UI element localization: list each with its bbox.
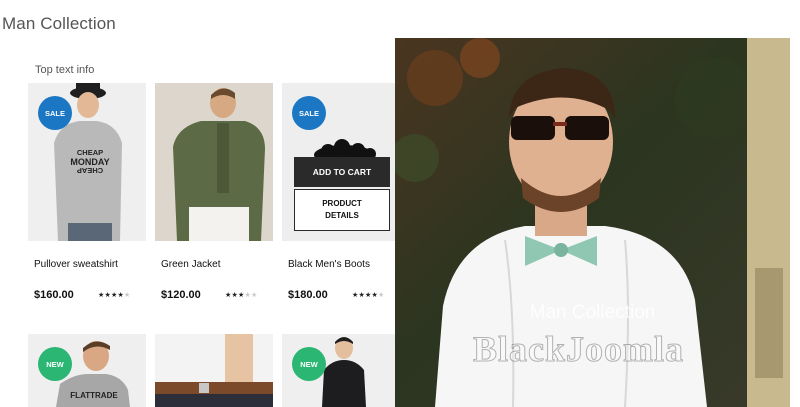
rating-stars: ★★★★★ bbox=[225, 291, 257, 299]
hero-banner[interactable]: Man Collection BlackJoomla bbox=[395, 38, 790, 407]
product-details-line-1: PRODUCT bbox=[322, 199, 362, 208]
product-image-pullover[interactable]: CHEAP MONDAY CHEAP SALE bbox=[28, 83, 146, 241]
star-icon: ★ bbox=[250, 292, 258, 299]
product-card-row2-2[interactable] bbox=[155, 334, 273, 407]
rating-stars: ★★★★★ bbox=[98, 291, 130, 299]
top-text-info: Top text info bbox=[35, 64, 95, 76]
page-title: Man Collection bbox=[2, 14, 116, 33]
product-image-green-jacket[interactable] bbox=[155, 83, 273, 241]
rating-stars: ★★★★★ bbox=[352, 291, 384, 299]
hero-caption: Man Collection bbox=[529, 302, 656, 323]
add-to-cart-button[interactable]: ADD TO CART bbox=[294, 157, 390, 187]
shirt-print-line-2: MONDAY bbox=[70, 157, 109, 167]
product-image-black-boots[interactable]: SALE ADD TO CART PRODUCT DETAILS bbox=[282, 83, 400, 241]
product-image-row2-3[interactable]: NEW bbox=[282, 334, 400, 407]
product-card-green-jacket[interactable]: Green Jacket $120.00 ★★★★★ bbox=[155, 83, 273, 301]
product-price: $160.00 bbox=[34, 289, 74, 301]
star-icon: ★ bbox=[377, 292, 385, 299]
new-badge: NEW bbox=[38, 347, 72, 381]
product-card-row2-3[interactable]: NEW bbox=[282, 334, 400, 407]
product-price: $120.00 bbox=[161, 289, 201, 301]
product-image-row2-2[interactable] bbox=[155, 334, 273, 407]
product-card-row2-1[interactable]: FLATTRADE NEW bbox=[28, 334, 146, 407]
shirt-print-line-1: CHEAP bbox=[77, 148, 103, 157]
product-image-row2-1[interactable]: FLATTRADE NEW bbox=[28, 334, 146, 407]
product-card-pullover[interactable]: CHEAP MONDAY CHEAP SALE Pullover sweatsh… bbox=[28, 83, 146, 301]
product-card-black-boots[interactable]: SALE ADD TO CART PRODUCT DETAILS Black Me… bbox=[282, 83, 400, 301]
product-name[interactable]: Green Jacket bbox=[161, 259, 220, 270]
new-badge: NEW bbox=[292, 347, 326, 381]
shirt-print-row2: FLATTRADE bbox=[70, 391, 118, 400]
sale-badge: SALE bbox=[292, 96, 326, 130]
sale-badge: SALE bbox=[38, 96, 72, 130]
product-name[interactable]: Black Men's Boots bbox=[288, 259, 370, 270]
product-details-line-2: DETAILS bbox=[325, 211, 359, 220]
star-icon: ★ bbox=[123, 292, 131, 299]
product-name[interactable]: Pullover sweatshirt bbox=[34, 259, 118, 270]
product-price: $180.00 bbox=[288, 289, 328, 301]
watermark-logo: BlackJoomla bbox=[472, 329, 685, 370]
shirt-print-line-3: CHEAP bbox=[77, 166, 103, 175]
product-details-button[interactable]: PRODUCT DETAILS bbox=[294, 189, 390, 231]
